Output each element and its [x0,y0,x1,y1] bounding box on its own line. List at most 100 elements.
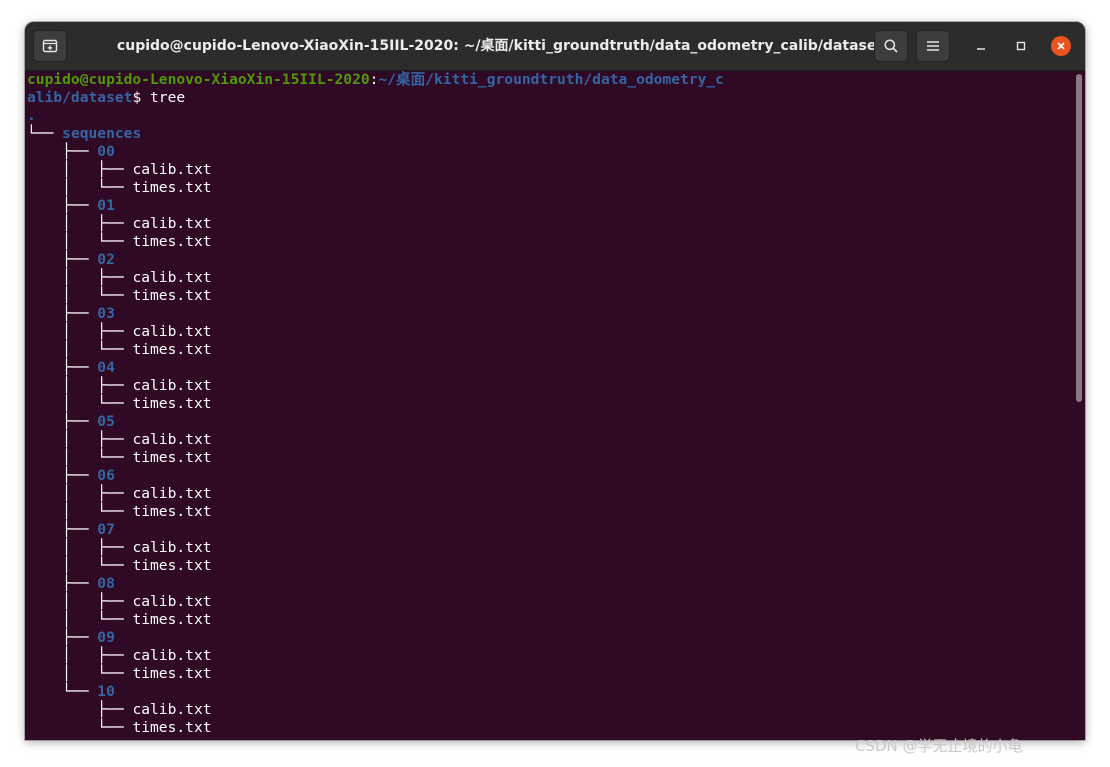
dir-sequence-10: 10 [97,683,115,700]
tree-sequence-line: ├── 02 [25,251,1071,269]
tree-branch: ├── [27,197,98,214]
tree-file-line: │ ├── calib.txt [25,269,1071,287]
tree-file-line: │ └── times.txt [25,179,1071,197]
tree-branch: │ └── [27,287,133,304]
tree-file-line: │ └── times.txt [25,287,1071,305]
tree-root: . [25,107,1071,125]
minimize-button[interactable] [971,36,991,56]
tree-file-line: │ ├── calib.txt [25,431,1071,449]
menu-button[interactable] [916,30,950,62]
tree-branch: ├── [27,467,98,484]
tree-branch: │ ├── [27,593,133,610]
terminal-window: cupido@cupido-Lenovo-XiaoXin-15IIL-2020:… [25,22,1085,740]
tree-file-line: │ └── times.txt [25,449,1071,467]
tree-listing: ├── 00 │ ├── calib.txt │ └── times.txt ├… [25,143,1071,737]
tree-branch: │ └── [27,665,133,682]
tree-branch: │ ├── [27,323,133,340]
prompt-path-part-1: ~/桌面/kitti_groundtruth/data_odometry_c [378,71,724,88]
tree-file-line: │ ├── calib.txt [25,323,1071,341]
tree-branch: └── [27,719,133,736]
scrollbar-thumb[interactable] [1076,74,1082,402]
tree-sequence-line: ├── 08 [25,575,1071,593]
file-name: calib.txt [132,701,212,718]
tree-branch: │ ├── [27,431,133,448]
prompt-dollar: $ [132,89,151,106]
file-name: times.txt [132,179,212,196]
tree-file-line: │ └── times.txt [25,503,1071,521]
file-name: times.txt [132,503,212,520]
csdn-watermark: CSDN @学无止境的小龟 [855,737,1023,755]
tree-branch: │ ├── [27,485,133,502]
prompt-path-part-2: alib/dataset [27,89,133,106]
dir-sequence-00: 00 [97,143,115,160]
tree-sequence-line: ├── 06 [25,467,1071,485]
prompt-line-1: cupido@cupido-Lenovo-XiaoXin-15IIL-2020:… [25,71,1071,89]
maximize-icon [1016,41,1026,51]
title-bar[interactable]: cupido@cupido-Lenovo-XiaoXin-15IIL-2020:… [25,22,1085,71]
tree-sequence-line: ├── 07 [25,521,1071,539]
tree-branch: │ ├── [27,215,133,232]
file-name: times.txt [132,611,212,628]
new-tab-icon [42,39,58,53]
tree-branch: ├── [27,575,98,592]
tree-file-line: │ ├── calib.txt [25,215,1071,233]
tree-root-dot: . [27,107,36,124]
tree-file-line: │ └── times.txt [25,611,1071,629]
tree-file-line: │ ├── calib.txt [25,161,1071,179]
tree-file-line: │ ├── calib.txt [25,593,1071,611]
minimize-icon [977,48,985,50]
prompt-line-2: alib/dataset$ tree [25,89,1071,107]
tree-top-dir-line: └── sequences [25,125,1071,143]
tree-file-line: │ └── times.txt [25,233,1071,251]
dir-sequence-07: 07 [97,521,115,538]
tree-branch: ├── [27,629,98,646]
tree-branch: │ └── [27,179,133,196]
file-name: times.txt [132,449,212,466]
close-button[interactable] [1051,36,1071,56]
file-name: times.txt [132,287,212,304]
tree-branch: ├── [27,413,98,430]
tree-file-line: │ ├── calib.txt [25,539,1071,557]
file-name: times.txt [132,395,212,412]
file-name: calib.txt [132,269,212,286]
tree-file-line: │ ├── calib.txt [25,485,1071,503]
file-name: times.txt [132,665,212,682]
tree-branch: │ ├── [27,269,133,286]
tree-branch: └── [27,125,63,142]
tree-branch: │ ├── [27,161,133,178]
file-name: times.txt [132,719,212,736]
file-name: calib.txt [132,323,212,340]
tree-file-line: │ ├── calib.txt [25,647,1071,665]
dir-sequence-02: 02 [97,251,115,268]
tree-sequence-line: └── 10 [25,683,1071,701]
tree-branch: ├── [27,305,98,322]
tree-file-line: │ └── times.txt [25,341,1071,359]
dir-sequence-04: 04 [97,359,115,376]
dir-sequence-06: 06 [97,467,115,484]
tree-file-line: │ └── times.txt [25,557,1071,575]
file-name: times.txt [132,557,212,574]
close-icon [1057,42,1065,50]
terminal-output[interactable]: cupido@cupido-Lenovo-XiaoXin-15IIL-2020:… [25,71,1071,740]
maximize-button[interactable] [1011,36,1031,56]
tree-file-line: │ └── times.txt [25,395,1071,413]
tree-branch: │ ├── [27,647,133,664]
prompt-command: tree [150,89,186,106]
file-name: calib.txt [132,377,212,394]
tree-branch: │ ├── [27,539,133,556]
scrollbar[interactable] [1075,72,1083,738]
dir-sequence-03: 03 [97,305,115,322]
file-name: calib.txt [132,485,212,502]
file-name: calib.txt [132,647,212,664]
dir-sequence-01: 01 [97,197,115,214]
tree-sequence-line: ├── 04 [25,359,1071,377]
new-tab-button[interactable] [33,30,67,62]
tree-branch: ├── [27,701,133,718]
tree-branch: ├── [27,143,98,160]
search-button[interactable] [874,30,908,62]
prompt-user-host: cupido@cupido-Lenovo-XiaoXin-15IIL-2020 [27,71,370,88]
tree-branch: ├── [27,359,98,376]
tree-sequence-line: ├── 05 [25,413,1071,431]
file-name: times.txt [132,233,212,250]
search-icon [884,39,898,53]
